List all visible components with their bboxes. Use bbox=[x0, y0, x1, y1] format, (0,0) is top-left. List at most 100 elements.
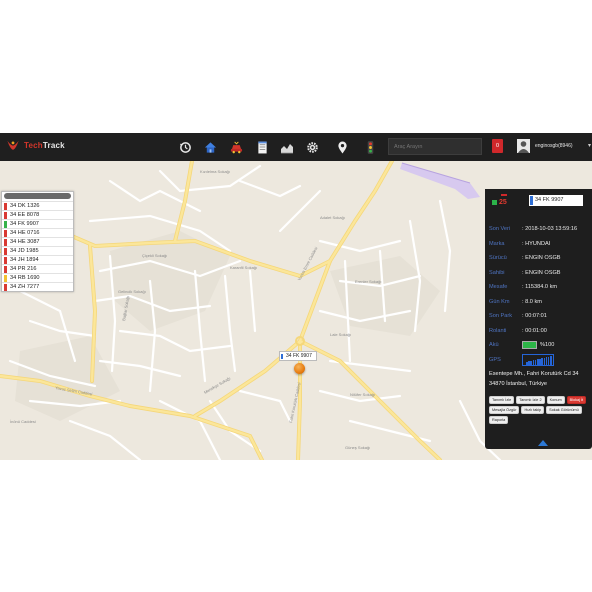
vehicle-marker-icon[interactable] bbox=[294, 363, 305, 374]
street-label: Adalet Sokağı bbox=[320, 215, 345, 220]
info-value: : 115384.0 km bbox=[522, 284, 558, 291]
street-label: Karanfil Sokağı bbox=[230, 265, 257, 270]
plate-item[interactable]: 34 RB 1690 bbox=[2, 273, 73, 282]
report-button[interactable]: Raporla bbox=[489, 416, 509, 424]
status-indicator bbox=[4, 221, 7, 228]
plate-item[interactable]: 34 FK 9907 bbox=[2, 219, 73, 228]
info-row: Marka : HYUNDAI bbox=[489, 237, 589, 252]
gps-bar bbox=[550, 356, 552, 365]
info-key: Rolanti bbox=[489, 327, 507, 334]
status-indicator bbox=[4, 284, 7, 291]
info-key: Sahibi bbox=[489, 269, 505, 276]
document-icon[interactable] bbox=[255, 140, 269, 154]
track-2-button[interactable]: Tanımlı İzle 2 bbox=[516, 396, 545, 404]
status-indicator bbox=[4, 239, 7, 246]
battery-row: Akü %100 bbox=[489, 338, 589, 353]
speed-value: 25 bbox=[499, 199, 507, 206]
battery-value: %100 bbox=[540, 342, 555, 349]
panel-plate: 34 FK 9907 bbox=[529, 195, 583, 206]
street-view-button[interactable]: Sokak Görünümü bbox=[546, 406, 582, 414]
plate-item[interactable]: 34 JD 1985 bbox=[2, 246, 73, 255]
car-icon[interactable] bbox=[229, 140, 243, 154]
gps-signal-icon bbox=[522, 353, 554, 366]
panel-action-buttons: Tanımlı İzle Tanımlı İzle 2 Konum Blokaj… bbox=[489, 396, 592, 424]
street-label: Güneş Sokağı bbox=[345, 445, 370, 450]
logo-text-part1: Tech bbox=[24, 140, 43, 150]
plate-item[interactable]: 34 ZH 7277 bbox=[2, 282, 73, 291]
message-button[interactable]: Mesajla Özgür bbox=[489, 406, 520, 414]
user-avatar[interactable] bbox=[517, 139, 530, 153]
street-label: Lale Sokağı bbox=[330, 332, 351, 337]
plate-text: 34 JD 1985 bbox=[10, 248, 39, 254]
street-label: Gelincik Sokağı bbox=[118, 289, 146, 294]
info-key: Marka bbox=[489, 240, 505, 247]
vehicle-map-label[interactable]: 34 FK 9907 bbox=[279, 351, 317, 361]
info-row: Son Park : 00:07:01 bbox=[489, 309, 589, 324]
panel-header: 25 34 FK 9907 bbox=[489, 194, 588, 210]
info-row: Mesafe: 115384.0 km bbox=[489, 280, 589, 295]
logo-text: TechTrack bbox=[24, 141, 65, 150]
plate-text: 34 FK 9907 bbox=[10, 221, 39, 227]
collapse-panel-icon[interactable] bbox=[538, 440, 548, 446]
logo-icon bbox=[7, 140, 19, 150]
plate-list-filter[interactable] bbox=[4, 193, 71, 199]
vehicle-info-list: Son Veri: 2018-10-03 13:59:16 Marka : HYU… bbox=[489, 222, 589, 367]
status-indicator bbox=[4, 230, 7, 237]
plate-text: 34 DK 1326 bbox=[10, 203, 40, 209]
home-icon[interactable] bbox=[203, 140, 217, 154]
location-button[interactable]: Konum bbox=[546, 396, 565, 404]
speed-indicator: 25 bbox=[491, 194, 511, 210]
settings-icon[interactable] bbox=[305, 140, 319, 154]
status-indicator bbox=[4, 248, 7, 255]
chart-icon[interactable] bbox=[280, 140, 294, 154]
street-label: İnönü Caddesi bbox=[10, 419, 36, 424]
street-label: Erenler Sokağı bbox=[355, 279, 381, 284]
info-key: Akü bbox=[489, 342, 499, 349]
street-label: Çiçekli Sokağı bbox=[142, 253, 167, 258]
status-indicator bbox=[4, 275, 7, 282]
map-view[interactable]: Kızılelma Sokağı Adalet Sokağı Çiçekli S… bbox=[0, 161, 592, 460]
gps-row: GPS bbox=[489, 353, 589, 368]
user-icon bbox=[518, 141, 529, 153]
info-row: Gün Km : 8.0 km bbox=[489, 295, 589, 310]
history-icon[interactable] bbox=[178, 140, 192, 154]
quick-track-button[interactable]: Hızlı takip bbox=[521, 406, 545, 414]
plate-item[interactable]: 34 HE 0716 bbox=[2, 228, 73, 237]
speed-warning-bar bbox=[501, 194, 507, 196]
info-value: : 00:07:01 bbox=[522, 313, 547, 320]
logo[interactable]: TechTrack bbox=[6, 138, 65, 152]
street-label: Kızılelma Sokağı bbox=[200, 169, 230, 174]
plate-item[interactable]: 34 JH 1894 bbox=[2, 255, 73, 264]
info-row: Son Veri: 2018-10-03 13:59:16 bbox=[489, 222, 589, 237]
gps-signal-bars bbox=[526, 356, 552, 365]
alert-badge[interactable]: 0 bbox=[492, 139, 503, 153]
battery-status: %100 bbox=[522, 341, 555, 350]
app-window: TechTrack 0 enginosgb(8946) bbox=[0, 133, 592, 460]
status-indicator bbox=[4, 266, 7, 273]
traffic-light-icon[interactable] bbox=[363, 140, 377, 154]
plate-item[interactable]: 34 DK 1326 bbox=[2, 201, 73, 210]
plate-text: 34 JH 1894 bbox=[10, 257, 39, 263]
track-button[interactable]: Tanımlı İzle bbox=[489, 396, 515, 404]
plate-item[interactable]: 34 EE 8078 bbox=[2, 210, 73, 219]
info-key: Son Park bbox=[489, 313, 513, 320]
status-indicator bbox=[4, 203, 7, 210]
chevron-down-icon[interactable]: ▾ bbox=[588, 142, 591, 149]
status-indicator bbox=[4, 257, 7, 264]
username-label[interactable]: enginosgb(8946) bbox=[535, 143, 573, 149]
status-indicator bbox=[4, 212, 7, 219]
info-value: : HYUNDAI bbox=[522, 240, 551, 247]
plate-text: 34 EE 8078 bbox=[10, 212, 40, 218]
plate-text: 34 PR 216 bbox=[10, 266, 37, 272]
vehicle-search-input[interactable] bbox=[388, 138, 482, 155]
info-key: Sürücü bbox=[489, 255, 507, 262]
info-value: : 8.0 km bbox=[522, 298, 542, 305]
plate-text: 34 HE 0716 bbox=[10, 230, 40, 236]
plate-item[interactable]: 34 HE 3087 bbox=[2, 237, 73, 246]
location-pin-icon[interactable] bbox=[335, 140, 349, 154]
block-button[interactable]: Blokaj İt bbox=[566, 396, 587, 404]
logo-text-part2: Track bbox=[42, 140, 65, 150]
vehicle-detail-panel: 25 34 FK 9907 Son Veri: 2018-10-03 13:59… bbox=[485, 189, 592, 449]
plate-item[interactable]: 34 PR 216 bbox=[2, 264, 73, 273]
info-key: Gün Km bbox=[489, 298, 510, 305]
